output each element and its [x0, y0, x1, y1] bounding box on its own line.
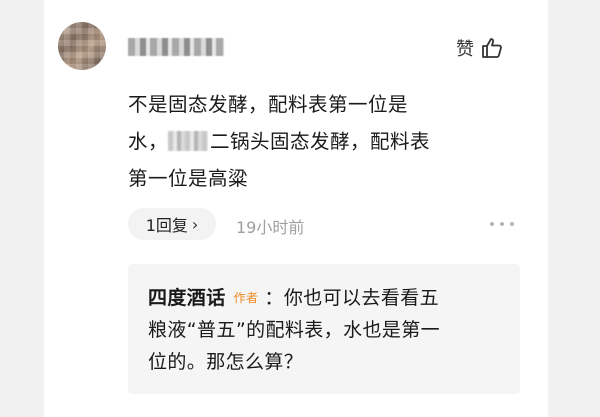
author-badge: 作者 [233, 291, 259, 305]
reply-author[interactable]: 四度酒话 [148, 287, 226, 309]
reply-preview[interactable]: 四度酒话 作者 ：你也可以去看看五 粮液“普五”的配料表，水也是第一 位的。那怎么算… [128, 264, 520, 394]
avatar[interactable] [58, 22, 106, 70]
redacted-text [168, 131, 209, 151]
reply-line-1-text: 你也可以去看看五 [283, 287, 440, 309]
comment-content: 不是固态发酵，配料表第一位是 水， 二锅头固态发酵，配料表 第一位是高粱 [128, 86, 528, 197]
replies-count: 1回复 [145, 216, 188, 235]
thumbs-up-icon [482, 38, 502, 58]
like-button[interactable]: 赞 [456, 34, 504, 62]
comment-line-2-prefix: 水， [128, 130, 169, 153]
more-options-icon[interactable] [490, 214, 514, 234]
chevron-right-icon: › [191, 214, 199, 234]
replies-button[interactable]: 1回复 › [128, 208, 216, 240]
reply-line-3: 位的。那怎么算？ [148, 351, 304, 373]
reply-line-1: 四度酒话 作者 ：你也可以去看看五 [148, 282, 508, 314]
username-redacted[interactable] [128, 38, 224, 56]
comment-line-2-rest: 二锅头固态发酵，配料表 [210, 130, 431, 153]
reply-line-2: 粮液“普五”的配料表，水也是第一 [148, 319, 441, 341]
like-label: 赞 [456, 39, 474, 60]
comment-line-3: 第一位是高粱 [128, 167, 249, 190]
reply-text: 四度酒话 作者 ：你也可以去看看五 粮液“普五”的配料表，水也是第一 位的。那怎么算… [148, 282, 508, 378]
timestamp: 19小时前 [236, 218, 305, 237]
comment-line-1: 不是固态发酵，配料表第一位是 [128, 93, 409, 116]
reply-separator: ： [264, 287, 284, 309]
comment-line-2: 水， 二锅头固态发酵，配料表 [128, 123, 528, 160]
